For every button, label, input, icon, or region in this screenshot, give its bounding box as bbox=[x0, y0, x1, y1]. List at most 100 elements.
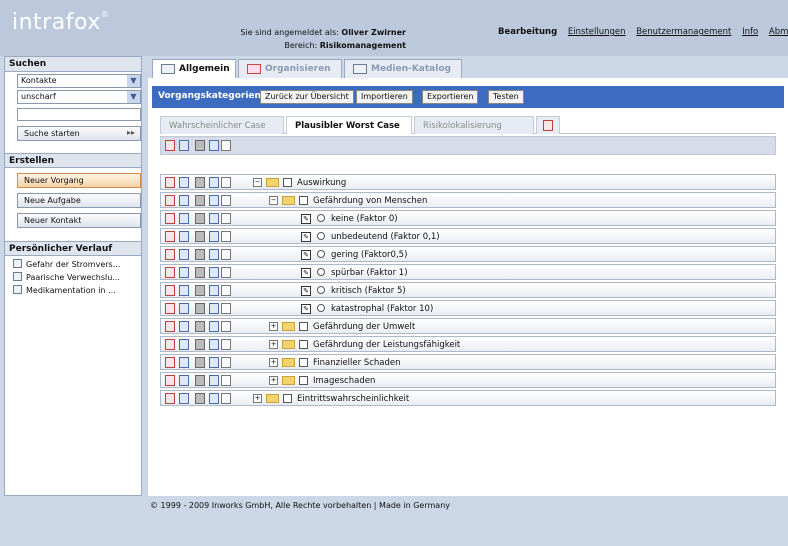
expand-icon[interactable]: + bbox=[253, 394, 262, 403]
tab-add[interactable] bbox=[536, 116, 560, 134]
nav-abmelden[interactable]: Abmelden bbox=[769, 27, 788, 37]
nav-bearbeitung[interactable]: Bearbeitung bbox=[498, 27, 557, 37]
view-icon[interactable] bbox=[179, 393, 189, 404]
copy-icon[interactable] bbox=[209, 285, 219, 296]
row-checkbox[interactable] bbox=[299, 358, 308, 367]
delete-icon[interactable] bbox=[195, 321, 205, 332]
collapse-icon[interactable]: − bbox=[253, 178, 262, 187]
row-checkbox[interactable] bbox=[299, 196, 308, 205]
tree-row[interactable]: ✎ spürbar (Faktor 1) bbox=[160, 264, 776, 280]
edit-icon[interactable]: ✎ bbox=[301, 286, 311, 296]
import-button[interactable]: Importieren bbox=[356, 90, 413, 104]
new-document-icon[interactable] bbox=[165, 195, 175, 206]
delete-icon[interactable] bbox=[195, 393, 205, 404]
copy-icon[interactable] bbox=[209, 177, 219, 188]
test-button[interactable]: Testen bbox=[488, 90, 524, 104]
new-document-icon[interactable] bbox=[165, 357, 175, 368]
paste-icon[interactable] bbox=[221, 177, 231, 188]
row-checkbox[interactable] bbox=[283, 394, 292, 403]
tree-row[interactable]: ✎ katastrophal (Faktor 10) bbox=[160, 300, 776, 316]
tab-risikolokalisierung[interactable]: Risikolokalisierung bbox=[414, 116, 534, 134]
paste-icon[interactable] bbox=[221, 303, 231, 314]
new-document-icon[interactable] bbox=[165, 140, 175, 151]
row-checkbox[interactable] bbox=[299, 322, 308, 331]
view-icon[interactable] bbox=[179, 375, 189, 386]
copy-icon[interactable] bbox=[209, 303, 219, 314]
copy-icon[interactable] bbox=[209, 267, 219, 278]
edit-icon[interactable]: ✎ bbox=[301, 214, 311, 224]
tree-row[interactable]: ✎ keine (Faktor 0) bbox=[160, 210, 776, 226]
new-process-button[interactable]: Neuer Vorgang bbox=[17, 173, 141, 188]
new-document-icon[interactable] bbox=[165, 375, 175, 386]
copy-icon[interactable] bbox=[209, 393, 219, 404]
expand-icon[interactable]: + bbox=[269, 340, 278, 349]
view-icon[interactable] bbox=[179, 357, 189, 368]
paste-icon[interactable] bbox=[221, 339, 231, 350]
new-document-icon[interactable] bbox=[165, 231, 175, 242]
tree-row[interactable]: + Eintrittswahrscheinlichkeit bbox=[160, 390, 776, 406]
expand-icon[interactable]: + bbox=[269, 376, 278, 385]
view-icon[interactable] bbox=[179, 285, 189, 296]
nav-einstellungen[interactable]: Einstellungen bbox=[568, 27, 626, 37]
tree-row[interactable]: + Gefährdung der Leistungsfähigkeit bbox=[160, 336, 776, 352]
view-icon[interactable] bbox=[179, 321, 189, 332]
tab-allgemein[interactable]: Allgemein bbox=[152, 59, 236, 78]
history-item[interactable]: Gefahr der Stromvers... bbox=[13, 258, 141, 271]
history-item[interactable]: Paarische Verwechslu... bbox=[13, 271, 141, 284]
option-radio[interactable] bbox=[317, 304, 325, 312]
option-radio[interactable] bbox=[317, 286, 325, 294]
new-document-icon[interactable] bbox=[165, 285, 175, 296]
delete-icon[interactable] bbox=[195, 339, 205, 350]
view-icon[interactable] bbox=[179, 249, 189, 260]
delete-icon[interactable] bbox=[195, 303, 205, 314]
copy-icon[interactable] bbox=[209, 195, 219, 206]
tree-row[interactable]: ✎ kritisch (Faktor 5) bbox=[160, 282, 776, 298]
tree-row[interactable]: + Gefährdung der Umwelt bbox=[160, 318, 776, 334]
paste-icon[interactable] bbox=[221, 357, 231, 368]
row-checkbox[interactable] bbox=[283, 178, 292, 187]
expand-icon[interactable]: + bbox=[269, 322, 278, 331]
collapse-icon[interactable]: − bbox=[269, 196, 278, 205]
copy-icon[interactable] bbox=[209, 339, 219, 350]
row-checkbox[interactable] bbox=[299, 340, 308, 349]
search-mode-select[interactable]: unscharf ▼ bbox=[17, 90, 141, 104]
new-task-button[interactable]: Neue Aufgabe bbox=[17, 193, 141, 208]
delete-icon[interactable] bbox=[195, 140, 205, 151]
delete-icon[interactable] bbox=[195, 249, 205, 260]
paste-icon[interactable] bbox=[221, 249, 231, 260]
tree-row[interactable]: − Gefährdung von Menschen bbox=[160, 192, 776, 208]
intrafox-logo[interactable]: intrafox® bbox=[12, 10, 109, 35]
new-document-icon[interactable] bbox=[165, 177, 175, 188]
edit-icon[interactable]: ✎ bbox=[301, 304, 311, 314]
row-checkbox[interactable] bbox=[299, 376, 308, 385]
edit-icon[interactable]: ✎ bbox=[301, 268, 311, 278]
copy-icon[interactable] bbox=[209, 321, 219, 332]
back-to-overview-button[interactable]: Zurück zur Übersicht bbox=[260, 90, 354, 104]
new-document-icon[interactable] bbox=[165, 339, 175, 350]
new-document-icon[interactable] bbox=[165, 303, 175, 314]
export-button[interactable]: Exportieren bbox=[422, 90, 479, 104]
edit-icon[interactable]: ✎ bbox=[301, 232, 311, 242]
new-document-icon[interactable] bbox=[165, 267, 175, 278]
delete-icon[interactable] bbox=[195, 213, 205, 224]
edit-icon[interactable]: ✎ bbox=[301, 250, 311, 260]
delete-icon[interactable] bbox=[195, 285, 205, 296]
view-icon[interactable] bbox=[179, 177, 189, 188]
new-contact-button[interactable]: Neuer Kontakt bbox=[17, 213, 141, 228]
view-icon[interactable] bbox=[179, 267, 189, 278]
tree-row[interactable]: ✎ unbedeutend (Faktor 0,1) bbox=[160, 228, 776, 244]
nav-benutzermanagement[interactable]: Benutzermanagement bbox=[636, 27, 731, 37]
delete-icon[interactable] bbox=[195, 375, 205, 386]
paste-icon[interactable] bbox=[221, 195, 231, 206]
tab-organisieren[interactable]: Organisieren bbox=[238, 59, 342, 78]
paste-icon[interactable] bbox=[221, 267, 231, 278]
search-start-button[interactable]: Suche starten ▸▸ bbox=[17, 126, 141, 141]
option-radio[interactable] bbox=[317, 268, 325, 276]
option-radio[interactable] bbox=[317, 232, 325, 240]
tree-row[interactable]: + Imageschaden bbox=[160, 372, 776, 388]
copy-icon[interactable] bbox=[209, 213, 219, 224]
new-document-icon[interactable] bbox=[165, 213, 175, 224]
option-radio[interactable] bbox=[317, 250, 325, 258]
paste-icon[interactable] bbox=[221, 375, 231, 386]
chevron-down-icon[interactable]: ▼ bbox=[127, 75, 140, 87]
